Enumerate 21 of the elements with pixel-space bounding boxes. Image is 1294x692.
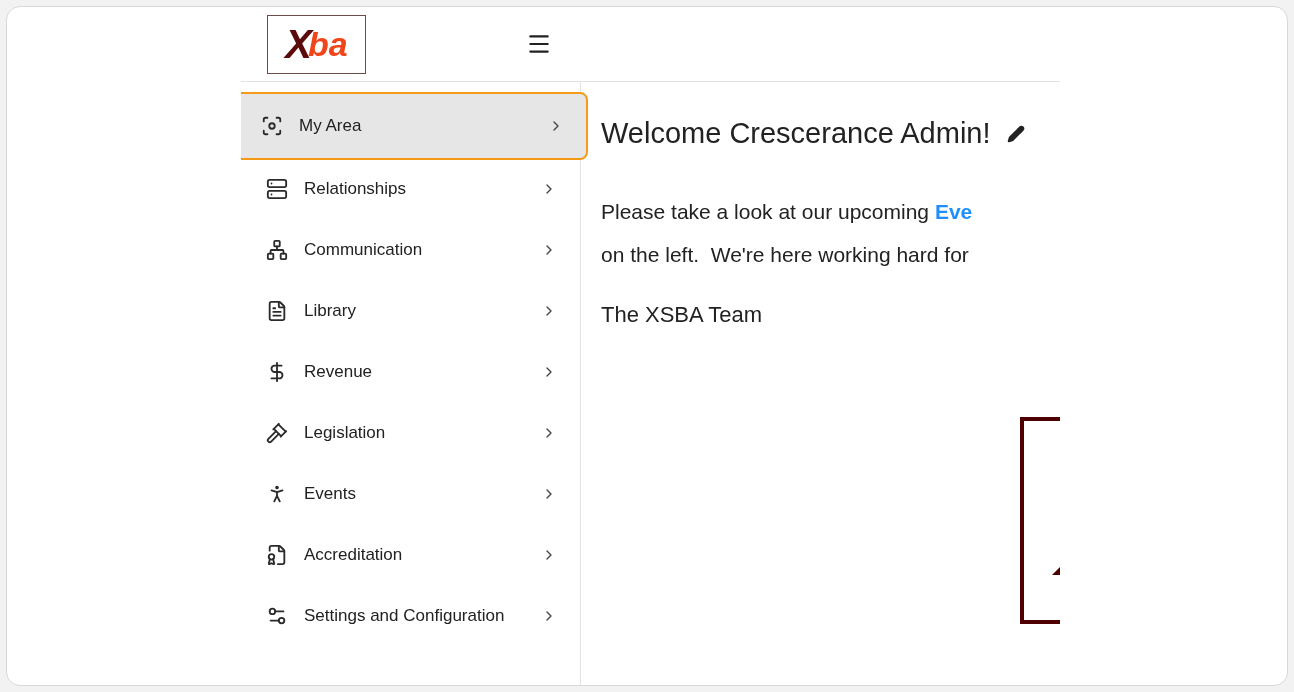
intro-paragraph: Please take a look at our upcoming Eve on the left. We're here working hard for bbox=[601, 198, 974, 268]
network-icon bbox=[266, 238, 288, 261]
sidebar-item[interactable]: Revenue bbox=[241, 341, 579, 402]
sidebar-item[interactable]: Communication bbox=[241, 219, 579, 280]
sidebar-item[interactable]: Accreditation bbox=[241, 524, 579, 585]
focus-icon bbox=[261, 115, 283, 137]
sidebar-item[interactable]: Library bbox=[241, 280, 579, 341]
sidebar-item[interactable]: Legislation bbox=[241, 402, 579, 463]
server-rack-icon bbox=[266, 177, 288, 200]
edit-icon[interactable] bbox=[1006, 124, 1025, 143]
sidebar-item[interactable]: Events bbox=[241, 463, 579, 524]
document-icon bbox=[266, 299, 288, 322]
document-badge-icon bbox=[266, 543, 288, 566]
sidebar-item[interactable]: Settings and Configuration bbox=[241, 585, 579, 646]
signature-text: The XSBA Team bbox=[601, 300, 762, 329]
gavel-icon bbox=[266, 421, 288, 444]
welcome-title: Welcome Crescerance Admin! bbox=[601, 116, 991, 151]
triangle-icon bbox=[1052, 566, 1060, 575]
sidebar-item[interactable]: Relationships bbox=[241, 158, 579, 219]
sidebar-item[interactable]: My Area bbox=[241, 94, 586, 158]
logo[interactable]: Xba bbox=[267, 14, 366, 74]
